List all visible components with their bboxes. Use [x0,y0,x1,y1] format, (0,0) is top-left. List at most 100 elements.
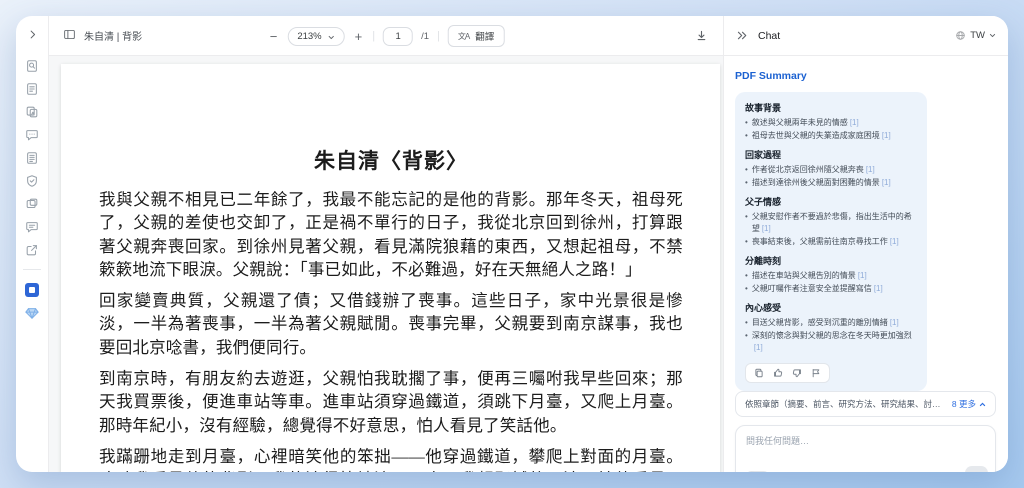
citation-link[interactable]: [1] [890,318,899,327]
suggested-prompt-text: 依照章節（摘要、前言、研究方法、研究結果、討論）分別提供… [745,398,946,410]
zoom-out-button[interactable]: − [268,30,280,43]
chevron-right-icon [27,29,38,40]
citation-link[interactable]: [1] [850,118,859,127]
translate-label: 翻譯 [475,29,494,43]
toolbar-separator: | [372,30,375,42]
sidebar-tool-export[interactable] [22,242,42,257]
chat-header: Chat TW [724,16,1008,56]
chat-panel: Chat TW PDF Summary 故事背景 敘述與父親兩年未見的情感[1]… [723,16,1008,472]
pdf-summary-heading: PDF Summary [735,70,996,82]
more-suggestions-button[interactable]: 8 更多 [952,398,986,410]
document-title: 朱自清 | 背影 [84,28,142,43]
download-icon [695,29,708,42]
citation-link[interactable]: [1] [874,284,883,293]
sidebar-tool-premium[interactable] [22,305,42,320]
summary-bullet: 父親安慰作者不要過於悲傷，指出生活中的希望[1] [745,211,917,235]
summary-bullet: 描述到達徐州後父親面對困難的情景[1] [745,177,917,189]
citation-link[interactable]: [1] [754,343,763,352]
sidebar-tool-translate[interactable]: A [22,104,42,119]
page-number-input[interactable]: 1 [383,27,413,46]
chat-body: PDF Summary 故事背景 敘述與父親兩年未見的情感[1] 祖母去世與父親… [724,56,1008,472]
comments-icon [25,128,39,142]
snapshot-icon [25,197,39,211]
summary-bullet: 父親叮囑作者注意安全並提醒寫信[1] [745,283,917,295]
zoom-level-value: 213% [297,31,321,42]
copy-icon[interactable] [754,368,764,378]
zoom-level-dropdown[interactable]: 213% [287,27,344,46]
pdf-toolbar: 朱自清 | 背影 − 213% + | 1 /1 | 文A 翻譯 [49,16,723,56]
summary-document-icon [25,151,39,165]
chevron-up-icon [979,401,986,408]
download-button[interactable] [693,28,709,44]
premium-diamond-icon [25,306,39,320]
translate-icon: 文A [458,31,469,42]
send-button[interactable] [965,466,988,472]
translate-button[interactable]: 文A 翻譯 [448,25,504,47]
shield-check-icon [25,174,39,188]
high-quality-model-toggle[interactable] [745,471,770,472]
sidebar-tool-summary[interactable] [22,150,42,165]
left-tool-rail: A [16,16,49,472]
chat-title: Chat [758,30,780,42]
citation-link[interactable]: [1] [866,165,875,174]
summary-message-card: 故事背景 敘述與父親兩年未見的情感[1] 祖母去世與父親的失業造成家庭困境[1]… [735,92,927,391]
citation-link[interactable]: [1] [890,237,899,246]
zoom-in-button[interactable]: + [353,30,365,43]
sidebar-tool-snapshot[interactable] [22,196,42,211]
chevron-down-icon [328,33,335,40]
toggle-outline-button[interactable] [63,28,76,44]
sidebar-tool-privacy[interactable] [22,173,42,188]
summary-section-title: 內心感受 [745,301,917,314]
chat-input[interactable] [736,426,995,456]
app-logo-icon [25,283,39,297]
page-total-label: /1 [421,31,429,42]
summary-bullet: 喪事結束後，父親需前往南京尋找工作[1] [745,236,917,248]
expand-sidebar-button[interactable] [22,24,42,44]
citation-link[interactable]: [1] [882,131,891,140]
language-value: TW [970,30,985,41]
sidebar-tool-app-logo[interactable] [22,282,42,297]
search-document-icon [25,59,39,73]
sidebar-tool-chat-pdf[interactable] [22,219,42,234]
rail-divider [23,269,41,270]
pdf-document-title: 朱自清〈背影〉 [99,148,683,174]
summary-bullet: 祖母去世與父親的失業造成家庭困境[1] [745,130,917,142]
toolbar-separator: | [437,30,440,42]
globe-icon [955,30,966,41]
language-dropdown[interactable]: TW [955,30,996,41]
chat-pdf-icon [25,220,39,234]
sidebar-tool-outline[interactable] [22,81,42,96]
sidebar-tool-search[interactable] [22,58,42,73]
page-outline-icon [25,82,39,96]
citation-link[interactable]: [1] [882,178,891,187]
app-window: A 朱自清 | 背影 − 213% + [16,16,1008,472]
summary-bullet: 目送父親背影，感受到沉重的離別情緒[1] [745,317,917,329]
summary-section-title: 分離時刻 [745,254,917,267]
message-actions [745,363,830,383]
double-chevron-right-icon [736,29,749,42]
translate-pages-icon: A [25,105,39,119]
citation-link[interactable]: [1] [762,224,771,233]
summary-bullet: 敘述與父親兩年未見的情感[1] [745,117,917,129]
pdf-paragraph: 回家變賣典質，父親還了債；又借錢辦了喪事。這些日子，家中光景很是慘淡，一半為著喪… [99,289,683,359]
flag-icon[interactable] [811,368,821,378]
pdf-paragraph: 我蹣跚地走到月臺，心裡暗笑他的笨拙——他穿過鐵道，攀爬上對面的月臺。這時我看見他… [99,445,683,472]
chevron-down-icon [989,32,996,39]
share-export-icon [25,243,39,257]
suggested-prompt[interactable]: 依照章節（摘要、前言、研究方法、研究結果、討論）分別提供… 8 更多 [735,391,996,417]
sidebar-tool-comments[interactable] [22,127,42,142]
summary-section-title: 回家過程 [745,148,917,161]
pdf-viewer-column: 朱自清 | 背影 − 213% + | 1 /1 | 文A 翻譯 [49,16,723,472]
citation-link[interactable]: [1] [858,271,867,280]
summary-section-title: 父子情感 [745,195,917,208]
thumbs-down-icon[interactable] [792,368,802,378]
pdf-paragraph: 我與父親不相見已二年餘了，我最不能忘記的是他的背影。那年冬天，祖母死了，父親的差… [99,188,683,281]
pdf-page: 朱自清〈背影〉 我與父親不相見已二年餘了，我最不能忘記的是他的背影。那年冬天，祖… [61,64,720,472]
summary-section-title: 故事背景 [745,101,917,114]
high-quality-model-label: 高品質模型 [776,472,819,473]
collapse-chat-button[interactable] [736,29,749,42]
summary-bullet: 描述在車站與父親告別的情景[1] [745,270,917,282]
summary-bullet: 作者從北京返回徐州隨父親奔喪[1] [745,164,917,176]
thumbs-up-icon[interactable] [773,368,783,378]
pdf-scroll-area[interactable]: 朱自清〈背影〉 我與父親不相見已二年餘了，我最不能忘記的是他的背影。那年冬天，祖… [49,56,723,472]
